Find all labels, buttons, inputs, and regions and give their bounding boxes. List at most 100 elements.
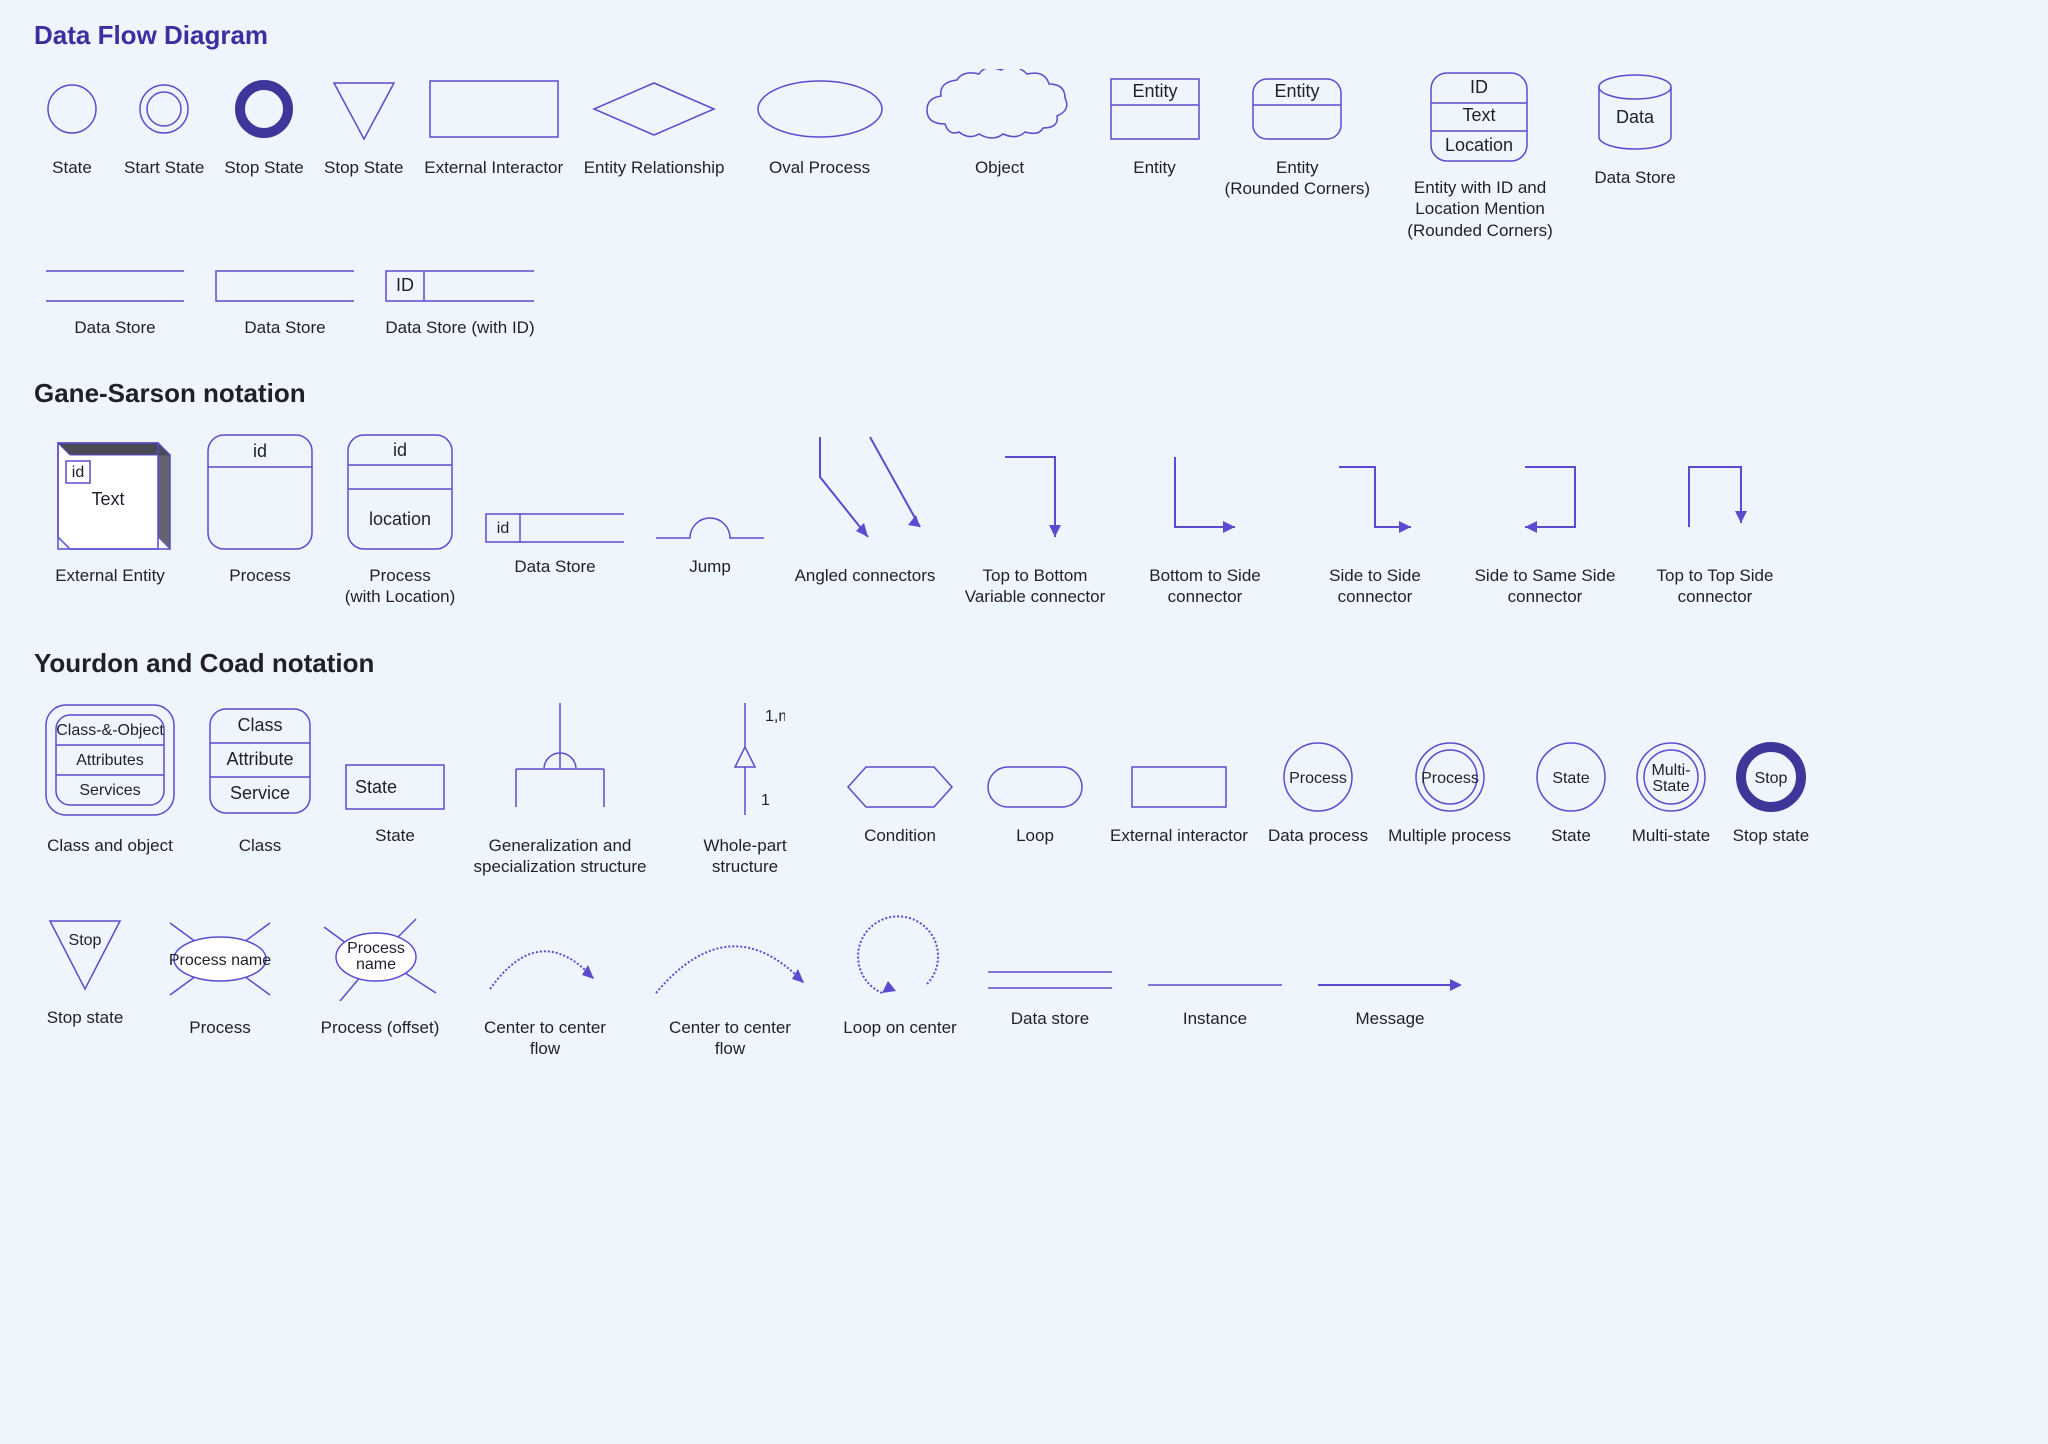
svg-text:State: State [1552, 770, 1589, 787]
svg-text:id: id [393, 440, 407, 460]
yc-class-icon: Class Attribute Service [200, 697, 320, 827]
yc-whole-part: 1,m 1 Whole-part structure [670, 697, 820, 878]
svg-text:Stop: Stop [69, 932, 102, 949]
svg-text:id: id [497, 520, 509, 537]
gs-process-location-icon: id location [340, 427, 460, 557]
yc-stop-tri-icon: Stop [40, 909, 130, 999]
gs-top-bottom-var-icon [985, 427, 1085, 557]
svg-text:Entity: Entity [1132, 81, 1177, 101]
data-store-open-1-icon [40, 263, 190, 309]
shape-entity-relationship: Entity Relationship [584, 69, 725, 178]
gs-jump: Jump [650, 427, 770, 577]
yc-state-circle-icon: State [1531, 737, 1611, 817]
object-cloud-icon [915, 69, 1085, 149]
yc-data-store-line: Data store [980, 909, 1120, 1029]
gs-row: id Text External Entity id Process id lo… [30, 421, 2018, 618]
gs-data-store-icon: id [480, 508, 630, 548]
yc-loop-center-icon [840, 909, 960, 1009]
external-interactor-icon [424, 69, 564, 149]
yc-gen-spec: Generalization and specialization struct… [470, 697, 650, 878]
gs-external-entity-icon: id Text [40, 427, 180, 557]
gs-side-side: Side to Side connector [1300, 427, 1450, 608]
yc-multi-state: Multi- State Multi-state [1631, 697, 1711, 847]
svg-text:Location: Location [1445, 135, 1513, 155]
gs-external-entity: id Text External Entity [40, 427, 180, 586]
entity-icon: Entity [1105, 69, 1205, 149]
gs-process: id Process [200, 427, 320, 586]
svg-text:Process name: Process name [169, 952, 271, 969]
gs-side-same-icon [1495, 427, 1595, 557]
svg-text:name: name [356, 956, 396, 973]
section-gane-sarson: Gane-Sarson notation id Text External En… [30, 378, 2018, 618]
yc-message: Message [1310, 909, 1470, 1029]
yc-class: Class Attribute Service Class [200, 697, 320, 856]
svg-text:State: State [1652, 778, 1689, 795]
svg-text:Entity: Entity [1275, 81, 1320, 101]
svg-text:Process: Process [1289, 770, 1347, 787]
yc-data-process-icon: Process [1278, 737, 1358, 817]
yc-center-flow-1: Center to center flow [470, 909, 620, 1060]
yc-instance-icon [1140, 970, 1290, 1000]
yc-stop-state-circle: Stop Stop state [1731, 697, 1811, 847]
yc-ext-interactor-icon [1124, 757, 1234, 817]
yc-whole-part-icon: 1,m 1 [705, 697, 785, 827]
yc-process: Process name Process [150, 909, 290, 1038]
svg-text:Class-&-Object: Class-&-Object [56, 722, 164, 739]
data-store-with-id-icon: ID [380, 263, 540, 309]
svg-text:1: 1 [761, 792, 770, 809]
svg-text:ID: ID [1470, 77, 1488, 97]
shape-data-store-with-id: ID Data Store (with ID) [380, 263, 540, 338]
yc-class-object-icon: Class-&-Object Attributes Services [40, 697, 180, 827]
shape-start-state: Start State [124, 69, 204, 178]
svg-text:Attribute: Attribute [226, 749, 293, 769]
start-state-icon [132, 69, 196, 149]
yc-row-1: Class-&-Object Attributes Services Class… [30, 691, 2018, 888]
svg-text:Stop: Stop [1754, 770, 1787, 787]
data-store-cylinder-icon: Data [1590, 69, 1680, 159]
section-title-gs: Gane-Sarson notation [34, 378, 2018, 409]
stop-state-triangle-icon [324, 69, 404, 149]
gs-data-store: id Data Store [480, 427, 630, 577]
svg-text:Text: Text [1463, 105, 1496, 125]
shape-entity: Entity Entity [1105, 69, 1205, 178]
section-yourdon-coad: Yourdon and Coad notation Class-&-Object… [30, 648, 2018, 1070]
yc-process-icon: Process name [150, 909, 290, 1009]
yc-stop-state-circle-icon: Stop [1731, 737, 1811, 817]
gs-top-top-side-icon [1665, 427, 1765, 557]
yc-center-flow-1-icon [470, 909, 620, 1009]
yc-class-and-object: Class-&-Object Attributes Services Class… [40, 697, 180, 856]
yc-stop-state-triangle: Stop Stop state [40, 909, 130, 1028]
shape-oval-process: Oval Process [745, 69, 895, 178]
dfd-row-1: State Start State Stop State Stop State [30, 63, 2018, 251]
yc-loop-icon [980, 757, 1090, 817]
svg-text:Service: Service [230, 783, 290, 803]
svg-text:Class: Class [237, 715, 282, 735]
yc-external-interactor-2: External interactor [1110, 697, 1248, 847]
entity-id-location-icon: ID Text Location [1425, 69, 1535, 169]
data-store-open-2-icon [210, 263, 360, 309]
yc-center-flow-2-icon [640, 909, 820, 1009]
gs-top-top-side: Top to Top Side connector [1640, 427, 1790, 608]
yc-center-flow-2: Center to center flow [640, 909, 820, 1060]
shape-entity-id-location: ID Text Location Entity with ID and Loca… [1390, 69, 1570, 241]
stop-state-icon [232, 69, 296, 149]
gs-bottom-side-icon [1155, 427, 1255, 557]
gs-side-side-icon [1325, 427, 1425, 557]
shape-stop-state: Stop State [224, 69, 303, 178]
svg-text:id: id [253, 441, 267, 461]
svg-text:location: location [369, 509, 431, 529]
yc-message-icon [1310, 970, 1470, 1000]
section-title-yc: Yourdon and Coad notation [34, 648, 2018, 679]
svg-text:Text: Text [91, 489, 124, 509]
gs-angled-connectors: Angled connectors [790, 427, 940, 586]
gs-angled-icon [790, 427, 940, 557]
yc-process-offset: Process name Process (offset) [310, 909, 450, 1038]
svg-text:Process: Process [347, 940, 405, 957]
yc-data-store-line-icon [980, 960, 1120, 1000]
yc-data-process: Process Data process [1268, 697, 1368, 847]
yc-instance: Instance [1140, 909, 1290, 1029]
gs-side-same-side: Side to Same Side connector [1470, 427, 1620, 608]
svg-text:id: id [72, 464, 84, 481]
shape-data-store-open-1: Data Store [40, 263, 190, 338]
dfd-row-2: Data Store Data Store ID Data Store (wit… [30, 257, 2018, 348]
